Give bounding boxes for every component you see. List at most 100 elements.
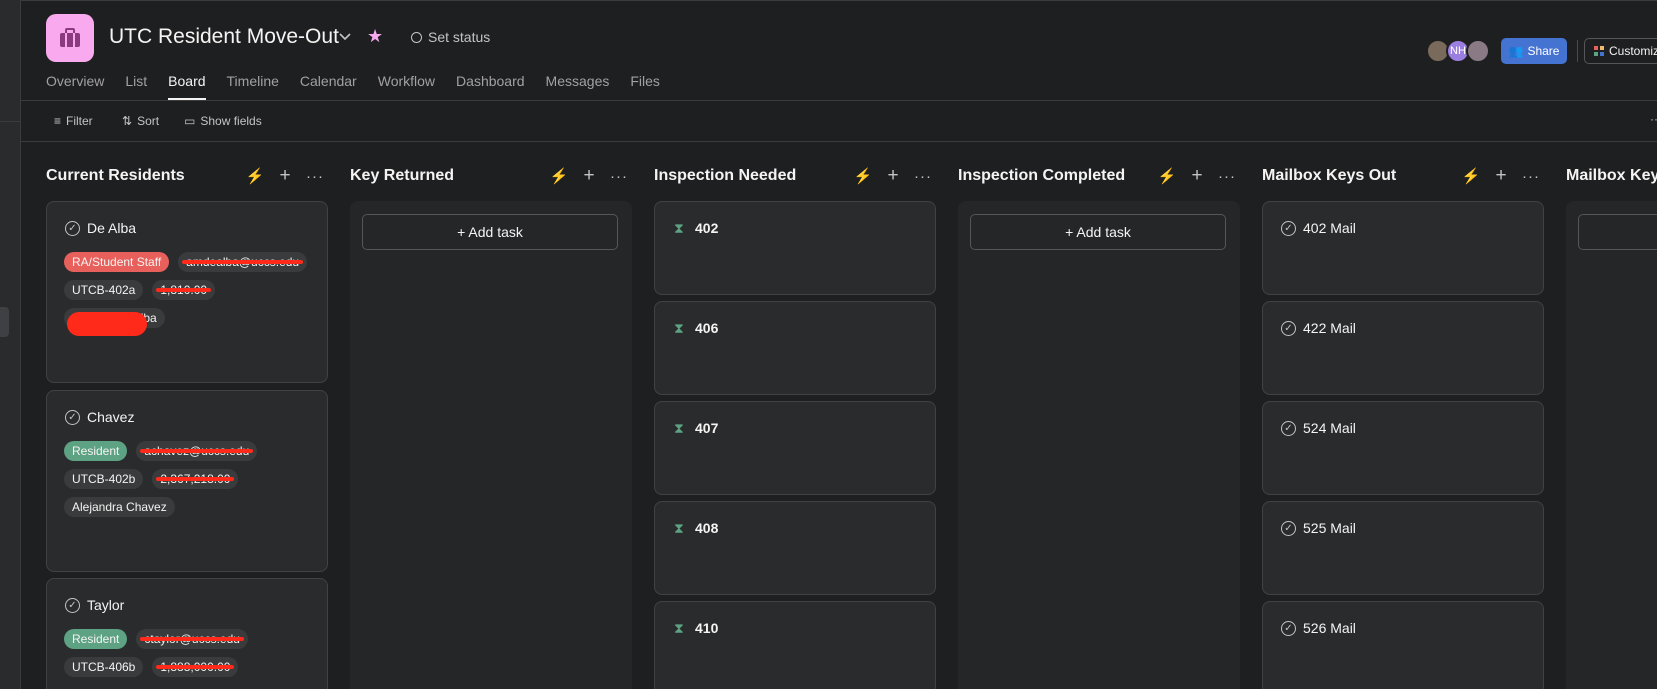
add-icon[interactable]: + bbox=[572, 166, 606, 185]
show-fields-label: Show fields bbox=[200, 114, 262, 128]
check-circle-icon[interactable]: ✓ bbox=[1281, 621, 1296, 636]
role-tag: RA/Student Staff bbox=[64, 252, 170, 272]
board: Current Residents ⚡ + ··· ✓ De Alba RA/S… bbox=[21, 142, 1657, 689]
show-fields-button[interactable]: ▭ Show fields bbox=[184, 114, 262, 128]
tab-workflow[interactable]: Workflow bbox=[378, 73, 435, 100]
unit-tag: UTCB-406b bbox=[64, 657, 144, 677]
task-fields: Resident achavez@uccs.edu UTCB-402b 2,36… bbox=[64, 441, 316, 517]
add-icon[interactable]: + bbox=[268, 166, 302, 185]
lightning-icon[interactable]: ⚡ bbox=[850, 167, 876, 185]
more-options-icon[interactable]: ··· bbox=[302, 168, 328, 185]
lightning-icon[interactable]: ⚡ bbox=[546, 167, 572, 185]
briefcase-icon-graphic bbox=[60, 28, 80, 47]
tab-overview[interactable]: Overview bbox=[46, 73, 104, 100]
chevron-down-icon[interactable] bbox=[337, 28, 353, 44]
project-title[interactable]: UTC Resident Move-Out bbox=[109, 25, 339, 49]
task-card[interactable]: ⧗ 402 bbox=[654, 201, 936, 295]
tab-dashboard[interactable]: Dashboard bbox=[456, 73, 525, 100]
lightning-icon[interactable]: ⚡ bbox=[1458, 167, 1484, 185]
check-circle-icon[interactable]: ✓ bbox=[65, 221, 80, 236]
unit-tag: UTCB-402b bbox=[64, 469, 144, 489]
tab-messages[interactable]: Messages bbox=[546, 73, 610, 100]
check-circle-icon[interactable]: ✓ bbox=[1281, 221, 1296, 236]
column-title[interactable]: Inspection Needed bbox=[654, 167, 796, 185]
board-column: Inspection Completed ⚡ + ··· + Add task bbox=[958, 142, 1240, 689]
column-actions: ⚡ + ··· bbox=[850, 166, 936, 185]
share-label: Share bbox=[1527, 44, 1560, 58]
tab-files[interactable]: Files bbox=[630, 73, 660, 100]
status-circle-icon bbox=[411, 31, 422, 43]
view-toolbar: ≡ Filter ⇅ Sort ▭ Show fields ··· bbox=[21, 100, 1657, 142]
task-card[interactable]: ✓ Taylor Resident ctaylor@uccs.edu UTCB-… bbox=[46, 578, 328, 689]
task-card[interactable]: ⧗ 407 bbox=[654, 401, 936, 495]
lightning-icon[interactable]: ⚡ bbox=[1154, 167, 1180, 185]
customize-button[interactable]: Customiz bbox=[1584, 38, 1657, 64]
task-title: 526 Mail bbox=[1303, 620, 1356, 636]
task-title: Taylor bbox=[87, 597, 125, 613]
add-icon[interactable]: + bbox=[1180, 166, 1214, 185]
check-circle-icon[interactable]: ✓ bbox=[65, 410, 80, 425]
add-icon[interactable]: + bbox=[876, 166, 910, 185]
amount-tag: 1,888,000.00 bbox=[152, 657, 239, 677]
task-card[interactable]: ⧗ 410 bbox=[654, 601, 936, 689]
more-options-icon[interactable]: ··· bbox=[1650, 112, 1657, 126]
hourglass-icon[interactable]: ⧗ bbox=[674, 520, 684, 537]
more-options-icon[interactable]: ··· bbox=[1214, 168, 1240, 185]
check-circle-icon[interactable]: ✓ bbox=[1281, 421, 1296, 436]
task-card[interactable]: ⧗ 408 bbox=[654, 501, 936, 595]
more-options-icon[interactable]: ··· bbox=[1518, 168, 1544, 185]
task-card[interactable]: ⧗ 406 bbox=[654, 301, 936, 395]
tab-timeline[interactable]: Timeline bbox=[227, 73, 279, 100]
sort-icon: ⇅ bbox=[122, 114, 133, 128]
column-title[interactable]: Mailbox Keys Out bbox=[1262, 167, 1396, 185]
column-title[interactable]: Mailbox Keys bbox=[1566, 167, 1657, 185]
task-card[interactable]: ✓ Chavez Resident achavez@uccs.edu UTCB-… bbox=[46, 390, 328, 572]
sidebar-toggle-handle[interactable] bbox=[0, 307, 9, 337]
fields-icon: ▭ bbox=[184, 114, 196, 128]
sort-button[interactable]: ⇅ Sort bbox=[122, 114, 159, 128]
add-icon[interactable]: + bbox=[1484, 166, 1518, 185]
briefcase-icon[interactable] bbox=[46, 14, 94, 62]
board-column: Inspection Needed ⚡ + ··· ⧗ 402 ⧗ 406 ⧗ … bbox=[654, 142, 936, 689]
board-column: Mailbox Keys bbox=[1566, 142, 1657, 689]
column-title[interactable]: Inspection Completed bbox=[958, 167, 1125, 185]
column-title[interactable]: Current Residents bbox=[46, 167, 185, 185]
task-card[interactable]: ✓ 525 Mail bbox=[1262, 501, 1544, 595]
add-task-button[interactable] bbox=[1578, 214, 1657, 250]
lightning-icon[interactable]: ⚡ bbox=[242, 167, 268, 185]
add-task-button[interactable]: + Add task bbox=[970, 214, 1226, 250]
set-status-label: Set status bbox=[428, 29, 491, 45]
set-status-button[interactable]: Set status bbox=[411, 29, 490, 45]
check-circle-icon[interactable]: ✓ bbox=[65, 598, 80, 613]
task-card[interactable]: ✓ 422 Mail bbox=[1262, 301, 1544, 395]
amount-tag: 2,367,218.00 bbox=[152, 469, 239, 489]
check-circle-icon[interactable]: ✓ bbox=[1281, 521, 1296, 536]
column-title[interactable]: Key Returned bbox=[350, 167, 454, 185]
hourglass-icon[interactable]: ⧗ bbox=[674, 420, 684, 437]
filter-button[interactable]: ≡ Filter bbox=[54, 114, 93, 128]
hourglass-icon[interactable]: ⧗ bbox=[674, 220, 684, 237]
task-card[interactable]: ✓ 524 Mail bbox=[1262, 401, 1544, 495]
add-task-button[interactable]: + Add task bbox=[362, 214, 618, 250]
star-icon[interactable]: ★ bbox=[367, 27, 383, 45]
email-tag: ctaylor@uccs.edu bbox=[136, 629, 248, 649]
hourglass-icon[interactable]: ⧗ bbox=[674, 320, 684, 337]
task-card[interactable]: ✓ De Alba RA/Student Staff amdealba@uccs… bbox=[46, 201, 328, 383]
email-tag: achavez@uccs.edu bbox=[136, 441, 258, 461]
task-card[interactable]: ✓ 526 Mail bbox=[1262, 601, 1544, 689]
share-button[interactable]: 👥 Share bbox=[1501, 38, 1567, 64]
project-header: UTC Resident Move-Out ★ Set status Overv… bbox=[21, 0, 1657, 100]
tab-board[interactable]: Board bbox=[168, 73, 206, 100]
member-avatars[interactable]: NH bbox=[1426, 39, 1493, 63]
task-card[interactable]: ✓ 402 Mail bbox=[1262, 201, 1544, 295]
more-options-icon[interactable]: ··· bbox=[606, 168, 632, 185]
tab-list[interactable]: List bbox=[125, 73, 147, 100]
project-tabs: Overview List Board Timeline Calendar Wo… bbox=[46, 73, 681, 100]
customize-label: Customiz bbox=[1609, 44, 1657, 58]
hourglass-icon[interactable]: ⧗ bbox=[674, 620, 684, 637]
column-actions: ⚡ + ··· bbox=[546, 166, 632, 185]
more-options-icon[interactable]: ··· bbox=[910, 168, 936, 185]
check-circle-icon[interactable]: ✓ bbox=[1281, 321, 1296, 336]
task-title: 524 Mail bbox=[1303, 420, 1356, 436]
tab-calendar[interactable]: Calendar bbox=[300, 73, 357, 100]
